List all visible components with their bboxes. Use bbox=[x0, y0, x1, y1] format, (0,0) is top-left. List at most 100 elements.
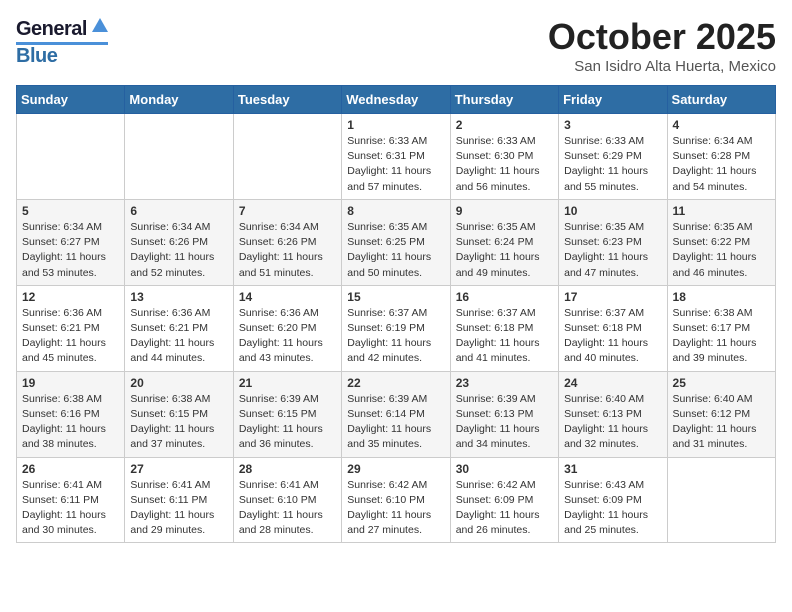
cell-info: Sunrise: 6:33 AMSunset: 6:29 PMDaylight:… bbox=[564, 134, 661, 195]
calendar-table: SundayMondayTuesdayWednesdayThursdayFrid… bbox=[16, 85, 776, 543]
logo-arrow-icon bbox=[90, 16, 108, 39]
daylight-text: Daylight: 11 hours and 39 minutes. bbox=[673, 337, 757, 364]
cell-info: Sunrise: 6:35 AMSunset: 6:22 PMDaylight:… bbox=[673, 220, 770, 281]
calendar-cell: 6Sunrise: 6:34 AMSunset: 6:26 PMDaylight… bbox=[125, 199, 233, 285]
cell-info: Sunrise: 6:41 AMSunset: 6:11 PMDaylight:… bbox=[130, 478, 227, 539]
day-header-tuesday: Tuesday bbox=[233, 86, 341, 114]
cell-info: Sunrise: 6:34 AM Sunset: 6:28 PM Daylight:… bbox=[673, 134, 770, 195]
calendar-week-4: 19Sunrise: 6:38 AMSunset: 6:16 PMDayligh… bbox=[17, 371, 776, 457]
calendar-cell: 16Sunrise: 6:37 AMSunset: 6:18 PMDayligh… bbox=[450, 285, 558, 371]
daylight-text: Daylight: 11 hours and 28 minutes. bbox=[239, 509, 323, 536]
calendar-cell: 27Sunrise: 6:41 AMSunset: 6:11 PMDayligh… bbox=[125, 457, 233, 543]
daylight-text: Daylight: 11 hours and 55 minutes. bbox=[564, 165, 648, 192]
cell-info: Sunrise: 6:42 AMSunset: 6:09 PMDaylight:… bbox=[456, 478, 553, 539]
calendar-cell: 31Sunrise: 6:43 AMSunset: 6:09 PMDayligh… bbox=[559, 457, 667, 543]
sunset-text: Sunset: 6:18 PM bbox=[564, 322, 642, 334]
cell-info: Sunrise: 6:41 AMSunset: 6:11 PMDaylight:… bbox=[22, 478, 119, 539]
cell-info: Sunrise: 6:33 AMSunset: 6:30 PMDaylight:… bbox=[456, 134, 553, 195]
calendar-cell: 15Sunrise: 6:37 AMSunset: 6:19 PMDayligh… bbox=[342, 285, 450, 371]
calendar-cell: 24 Sunrise: 6:40 AMSunset: 6:13 PMDayligh… bbox=[559, 371, 667, 457]
sunrise-text: Sunrise: 6:36 AM bbox=[239, 307, 319, 319]
cell-info: Sunrise: 6:36 AMSunset: 6:21 PMDaylight:… bbox=[130, 306, 227, 367]
day-number: 31 bbox=[564, 462, 661, 476]
sunrise-text: Sunrise: 6:33 AM bbox=[564, 135, 644, 147]
cell-info: Sunrise: 6:41 AMSunset: 6:10 PMDaylight:… bbox=[239, 478, 336, 539]
calendar-cell: 2 Sunrise: 6:33 AMSunset: 6:30 PMDaylight… bbox=[450, 114, 558, 200]
day-number: 24 bbox=[564, 376, 661, 390]
sunset-text: Sunset: 6:09 PM bbox=[456, 494, 534, 506]
calendar-cell: 18Sunrise: 6:38 AMSunset: 6:17 PMDayligh… bbox=[667, 285, 775, 371]
day-number: 17 bbox=[564, 290, 661, 304]
sunset-text: Sunset: 6:10 PM bbox=[239, 494, 317, 506]
cell-info: Sunrise: 6:35 AMSunset: 6:23 PMDaylight:… bbox=[564, 220, 661, 281]
cell-info: Sunrise: 6:38 AMSunset: 6:17 PMDaylight:… bbox=[673, 306, 770, 367]
calendar-cell: 9Sunrise: 6:35 AMSunset: 6:24 PMDaylight… bbox=[450, 199, 558, 285]
location-text: San Isidro Alta Huerta, Mexico bbox=[548, 58, 776, 75]
calendar-cell: 1Sunrise: 6:33 AMSunset: 6:31 PMDaylight… bbox=[342, 114, 450, 200]
sunrise-text: Sunrise: 6:42 AM bbox=[456, 479, 536, 491]
day-number: 3 bbox=[564, 118, 661, 132]
calendar-header-row: SundayMondayTuesdayWednesdayThursdayFrid… bbox=[17, 86, 776, 114]
daylight-text: Daylight: 11 hours and 42 minutes. bbox=[347, 337, 431, 364]
daylight-text: Daylight: 11 hours and 50 minutes. bbox=[347, 251, 431, 278]
sunrise-text: Sunrise: 6:39 AM bbox=[239, 393, 319, 405]
daylight-text: Daylight: 11 hours and 57 minutes. bbox=[347, 165, 431, 192]
daylight-text: Daylight: 11 hours and 52 minutes. bbox=[130, 251, 214, 278]
logo: General Blue bbox=[16, 16, 108, 68]
sunset-text: Sunset: 6:13 PM bbox=[564, 408, 642, 420]
day-number: 2 bbox=[456, 118, 553, 132]
sunrise-text: Sunrise: 6:35 AM bbox=[673, 221, 753, 233]
daylight-text: Daylight: 11 hours and 43 minutes. bbox=[239, 337, 323, 364]
calendar-cell bbox=[17, 114, 125, 200]
calendar-cell: 29Sunrise: 6:42 AMSunset: 6:10 PMDayligh… bbox=[342, 457, 450, 543]
day-number: 22 bbox=[347, 376, 444, 390]
calendar-cell: 30Sunrise: 6:42 AMSunset: 6:09 PMDayligh… bbox=[450, 457, 558, 543]
sunrise-text: Sunrise: 6:33 AM bbox=[347, 135, 427, 147]
sunrise-text: Sunrise: 6:39 AM bbox=[456, 393, 536, 405]
cell-info: Sunrise: 6:38 AMSunset: 6:15 PMDaylight:… bbox=[130, 392, 227, 453]
calendar-cell bbox=[667, 457, 775, 543]
sunrise-text: Sunrise: 6:39 AM bbox=[347, 393, 427, 405]
daylight-text: Daylight: 11 hours and 32 minutes. bbox=[564, 423, 648, 450]
daylight-text: Daylight: 11 hours and 56 minutes. bbox=[456, 165, 540, 192]
sunrise-text: Sunrise: 6:37 AM bbox=[564, 307, 644, 319]
calendar-week-2: 5Sunrise: 6:34 AMSunset: 6:27 PMDaylight… bbox=[17, 199, 776, 285]
daylight-text: Daylight: 11 hours and 35 minutes. bbox=[347, 423, 431, 450]
day-number: 19 bbox=[22, 376, 119, 390]
daylight-text: Daylight: 11 hours and 54 minutes. bbox=[673, 165, 757, 192]
calendar-cell bbox=[125, 114, 233, 200]
day-number: 14 bbox=[239, 290, 336, 304]
calendar-cell: 28Sunrise: 6:41 AMSunset: 6:10 PMDayligh… bbox=[233, 457, 341, 543]
sunset-text: Sunset: 6:22 PM bbox=[673, 236, 751, 248]
day-number: 23 bbox=[456, 376, 553, 390]
day-number: 25 bbox=[673, 376, 770, 390]
sunrise-text: Sunrise: 6:37 AM bbox=[347, 307, 427, 319]
daylight-text: Daylight: 11 hours and 31 minutes. bbox=[673, 423, 757, 450]
daylight-text: Daylight: 11 hours and 44 minutes. bbox=[130, 337, 214, 364]
calendar-week-5: 26Sunrise: 6:41 AMSunset: 6:11 PMDayligh… bbox=[17, 457, 776, 543]
sunset-text: Sunset: 6:21 PM bbox=[22, 322, 100, 334]
calendar-cell: 4Sunrise: 6:34 AMSunset: 6:28 PMDaylight… bbox=[667, 114, 775, 200]
cell-info: Sunrise: 6:39 AMSunset: 6:13 PMDaylight:… bbox=[456, 392, 553, 453]
sunset-text: Sunset: 6:14 PM bbox=[347, 408, 425, 420]
sunrise-text: Sunrise: 6:34 AM bbox=[673, 135, 753, 147]
calendar-cell: 7Sunrise: 6:34 AMSunset: 6:26 PMDaylight… bbox=[233, 199, 341, 285]
sunset-text: Sunset: 6:18 PM bbox=[456, 322, 534, 334]
cell-info: Sunrise: 6:35 AMSunset: 6:24 PMDaylight:… bbox=[456, 220, 553, 281]
sunset-text: Sunset: 6:19 PM bbox=[347, 322, 425, 334]
cell-info: Sunrise: 6:35 AMSunset: 6:25 PMDaylight:… bbox=[347, 220, 444, 281]
sunset-text: Sunset: 6:28 PM bbox=[673, 150, 751, 162]
day-number: 21 bbox=[239, 376, 336, 390]
calendar-cell: 26Sunrise: 6:41 AMSunset: 6:11 PMDayligh… bbox=[17, 457, 125, 543]
cell-info: Sunrise: 6:33 AMSunset: 6:31 PMDaylight:… bbox=[347, 134, 444, 195]
cell-info: Sunrise: 6:40 AMSunset: 6:13 PMDaylight:… bbox=[564, 392, 661, 453]
sunrise-text: Sunrise: 6:33 AM bbox=[456, 135, 536, 147]
calendar-cell bbox=[233, 114, 341, 200]
calendar-cell: 21Sunrise: 6:39 AMSunset: 6:15 PMDayligh… bbox=[233, 371, 341, 457]
calendar-cell: 23Sunrise: 6:39 AMSunset: 6:13 PMDayligh… bbox=[450, 371, 558, 457]
daylight-text: Daylight: 11 hours and 45 minutes. bbox=[22, 337, 106, 364]
sunrise-text: Sunrise: 6:34 AM bbox=[130, 221, 210, 233]
day-number: 6 bbox=[130, 204, 227, 218]
sunrise-text: Sunrise: 6:37 AM bbox=[456, 307, 536, 319]
sunset-text: Sunset: 6:13 PM bbox=[456, 408, 534, 420]
